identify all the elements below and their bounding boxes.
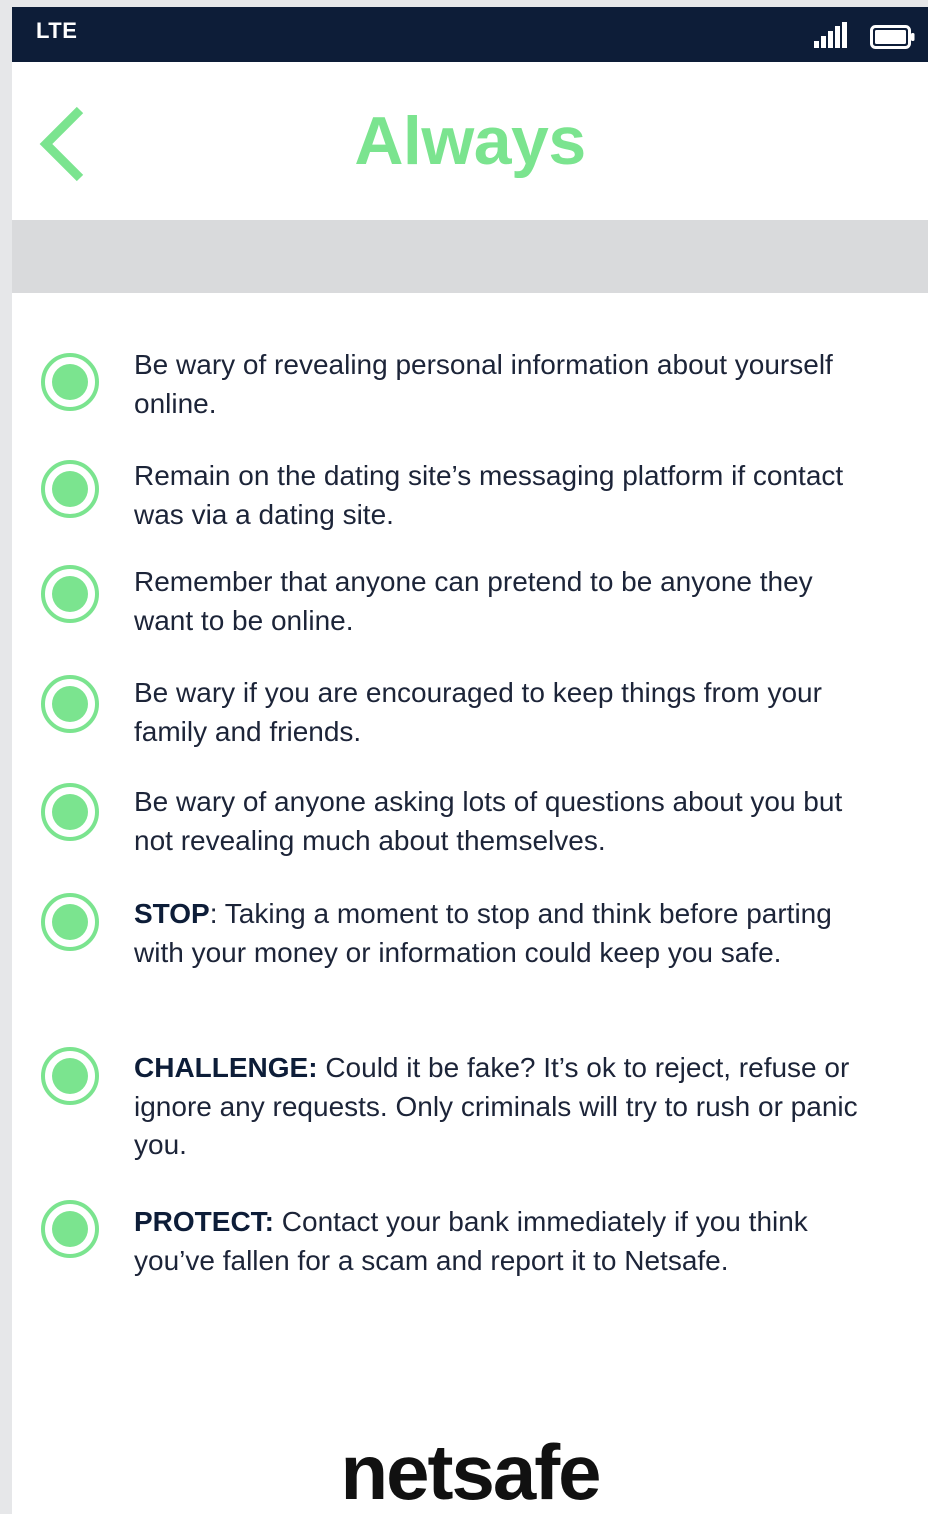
cellular-signal-icon xyxy=(814,22,847,48)
bullet-icon xyxy=(41,1200,99,1258)
section-divider-band xyxy=(12,220,928,293)
tip-text: Be wary of revealing personal informatio… xyxy=(134,346,864,423)
tip-text: PROTECT: Contact your bank immediately i… xyxy=(134,1203,864,1280)
bullet-icon xyxy=(41,353,99,411)
tip-text: Be wary of anyone asking lots of questio… xyxy=(134,783,864,860)
app-screen: LTE Always Be wary of revealing personal… xyxy=(12,7,928,1514)
tip-lead: PROTECT: xyxy=(134,1206,274,1237)
bullet-icon xyxy=(41,565,99,623)
status-bar: LTE xyxy=(12,7,928,62)
carrier-label: LTE xyxy=(36,18,78,43)
bullet-icon xyxy=(41,783,99,841)
tip-text: Remember that anyone can pretend to be a… xyxy=(134,563,864,640)
bullet-icon xyxy=(41,460,99,518)
page-title: Always xyxy=(354,103,586,179)
tip-body: : Taking a moment to stop and think befo… xyxy=(134,898,832,968)
bullet-icon xyxy=(41,893,99,951)
tip-body: Remain on the dating site’s messaging pl… xyxy=(134,460,844,530)
bullet-icon xyxy=(41,675,99,733)
tip-body: Be wary if you are encouraged to keep th… xyxy=(134,677,822,747)
tip-text: CHALLENGE: Could it be fake? It’s ok to … xyxy=(134,1049,864,1165)
tip-body: Remember that anyone can pretend to be a… xyxy=(134,566,813,636)
bullet-icon xyxy=(41,1047,99,1105)
battery-icon xyxy=(870,25,915,49)
tip-text: Remain on the dating site’s messaging pl… xyxy=(134,457,864,534)
tip-text: STOP: Taking a moment to stop and think … xyxy=(134,895,864,972)
netsafe-logo: netsafe xyxy=(340,1428,601,1514)
nav-header: Always xyxy=(12,62,928,220)
tip-body: Be wary of anyone asking lots of questio… xyxy=(134,786,843,856)
tip-lead: STOP xyxy=(134,898,210,929)
tip-body: Be wary of revealing personal informatio… xyxy=(134,349,833,419)
tip-text: Be wary if you are encouraged to keep th… xyxy=(134,674,864,751)
tip-lead: CHALLENGE: xyxy=(134,1052,318,1083)
